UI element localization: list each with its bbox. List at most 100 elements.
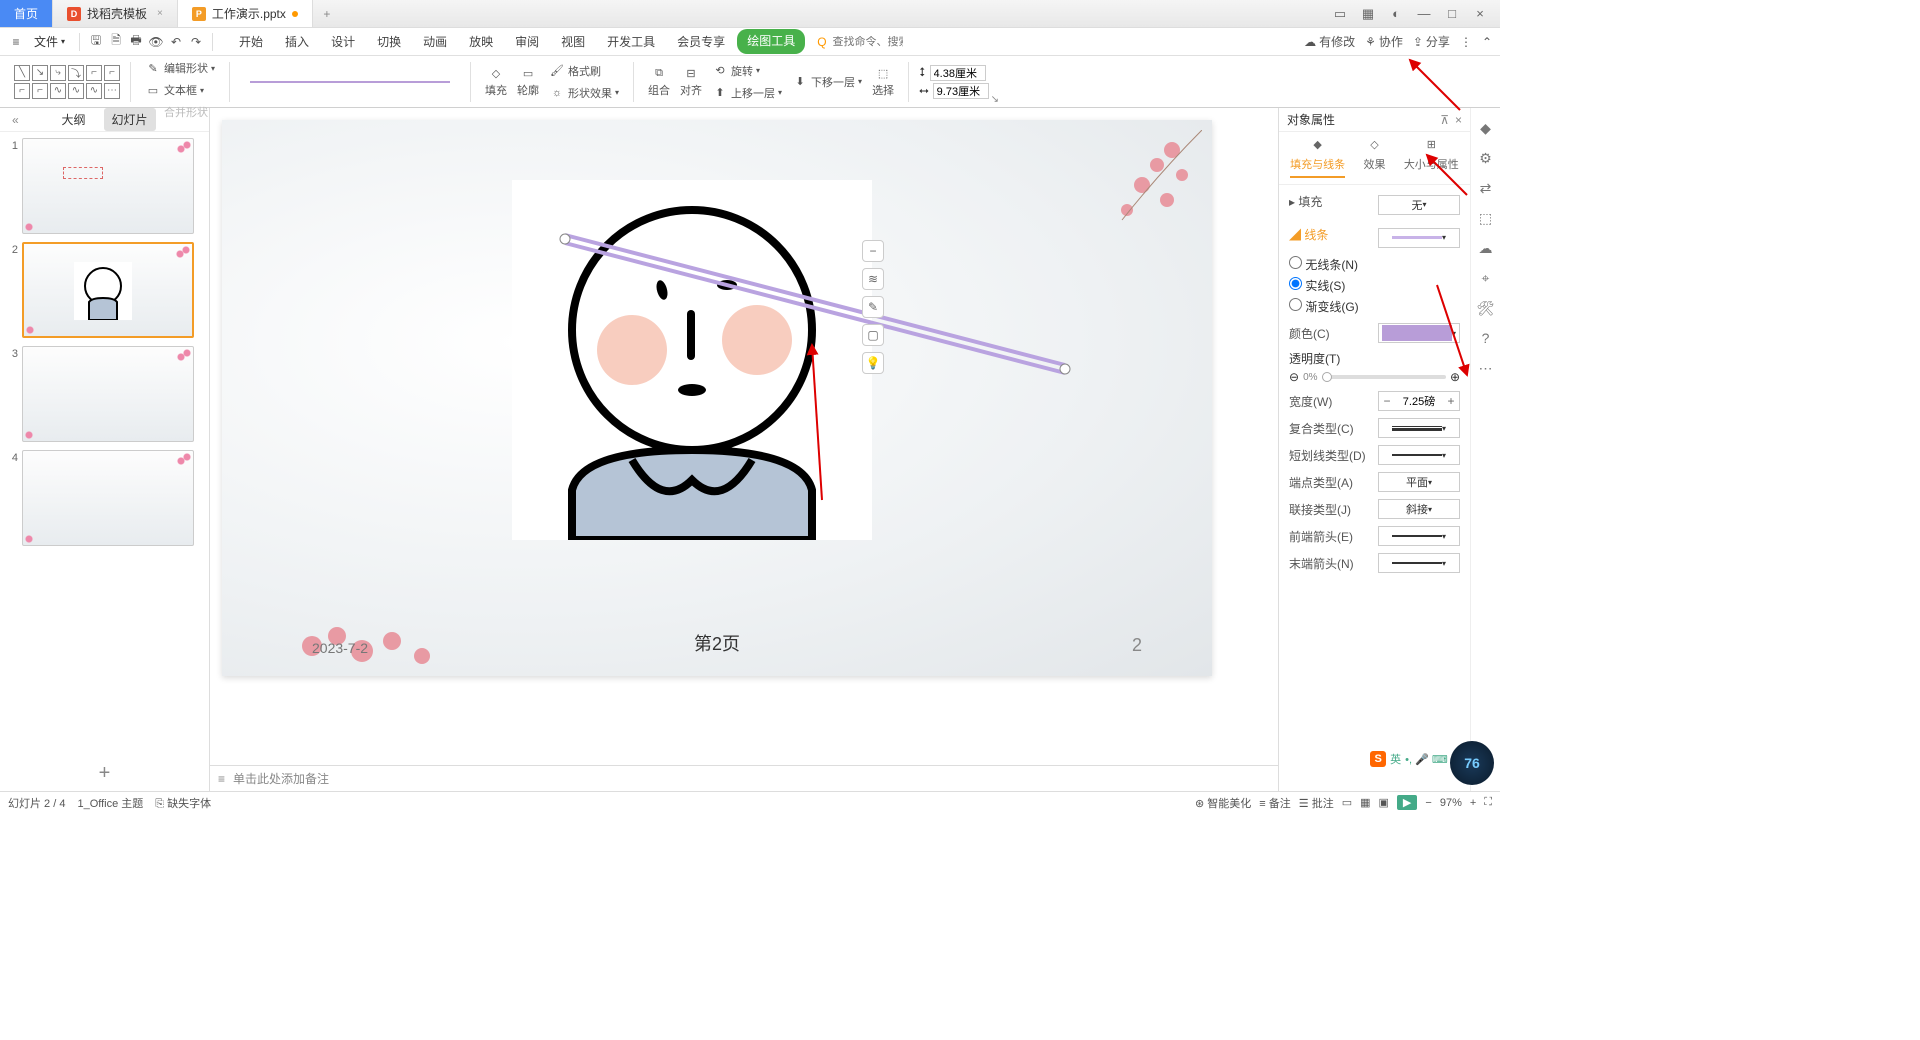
arrow-end-select[interactable]: ▾ (1378, 553, 1460, 573)
fill-button[interactable]: ◇填充 (481, 63, 511, 100)
group-button[interactable]: ⧉组合 (644, 63, 674, 100)
view-normal-icon[interactable]: ▭ (1342, 796, 1352, 809)
comments-toggle[interactable]: ☰ 批注 (1299, 795, 1334, 811)
radio-no-line[interactable]: 无线条(N) (1289, 256, 1460, 273)
speaker-notes[interactable]: ≡ 单击此处添加备注 (210, 765, 1278, 791)
undo-icon[interactable]: ↶ (168, 34, 184, 50)
file-menu[interactable]: 文件 ▾ (28, 30, 71, 53)
save-icon[interactable]: 🖫 (88, 34, 104, 50)
crop-icon[interactable]: ▢ (862, 324, 884, 346)
radio-solid-line[interactable]: 实线(S) (1289, 277, 1460, 294)
tab-review[interactable]: 审阅 (505, 29, 549, 54)
fill-section-header[interactable]: ▸ 填充 (1289, 193, 1322, 210)
select-pane-button[interactable]: ⬚选择 (868, 63, 898, 100)
new-tab-button[interactable]: + (313, 0, 341, 27)
connector-gallery[interactable]: ╲↘⤷⤵⌐⌐ ⌐⌐∿∿∿⋯ (14, 65, 120, 99)
tab-templates[interactable]: D 找稻壳模板 × (53, 0, 178, 27)
tab-devtools[interactable]: 开发工具 (597, 29, 665, 54)
transparency-slider[interactable] (1322, 375, 1446, 379)
fill-select[interactable]: 无 ▾ (1378, 195, 1460, 215)
rail-location-icon[interactable]: ⌖ (1476, 268, 1496, 288)
rail-more-icon[interactable]: ⋯ (1476, 358, 1496, 378)
arrow-begin-select[interactable]: ▾ (1378, 526, 1460, 546)
tab-view[interactable]: 视图 (551, 29, 595, 54)
bring-forward-button[interactable]: ⬆上移一层▾ (708, 83, 786, 103)
zoom-in-btn[interactable]: + (1470, 797, 1476, 809)
dash-select[interactable]: ▾ (1378, 445, 1460, 465)
zoom-out-icon[interactable]: − (862, 240, 884, 262)
align-button[interactable]: ⊟对齐 (676, 63, 706, 100)
slide-canvas[interactable]: − ≋ ✎ ▢ 💡 2023-7-2 第2页 2 (222, 120, 1212, 676)
notes-toggle[interactable]: ≡ 备注 (1259, 795, 1290, 811)
tab-drawing-tools[interactable]: 绘图工具 (737, 29, 805, 54)
tab-animation[interactable]: 动画 (413, 29, 457, 54)
close-panel-icon[interactable]: × (1455, 113, 1462, 127)
slides-tab[interactable]: 幻灯片 (104, 108, 156, 131)
rail-tools-icon[interactable]: 🛠 (1476, 298, 1496, 318)
panel-tab-effects[interactable]: ◇效果 (1363, 138, 1385, 178)
beautify-button[interactable]: ⊛ 智能美化 (1195, 795, 1251, 811)
share-button[interactable]: ⇪ 分享 (1413, 33, 1450, 50)
print-preview-icon[interactable]: 👁 (148, 34, 164, 50)
color-picker[interactable]: ▾ (1378, 323, 1460, 343)
slide-thumb-2[interactable] (22, 242, 194, 338)
panel-tab-size[interactable]: ⊞大小与属性 (1404, 138, 1459, 178)
tab-slideshow[interactable]: 放映 (459, 29, 503, 54)
search-icon[interactable]: Q (817, 35, 826, 49)
line-width-spinner[interactable]: −+ (1378, 391, 1460, 411)
fit-icon[interactable]: ⛶ (1484, 796, 1492, 809)
cap-select[interactable]: 平面▾ (1378, 472, 1460, 492)
textbox-button[interactable]: ▭文本框▾ (141, 80, 208, 100)
canvas-scroll[interactable]: − ≋ ✎ ▢ 💡 2023-7-2 第2页 2 (210, 108, 1278, 765)
redo-icon[interactable]: ↷ (188, 34, 204, 50)
apps-icon[interactable]: ▦ (1358, 6, 1378, 22)
slide-thumb-4[interactable] (22, 450, 194, 546)
rail-design-icon[interactable]: ◆ (1476, 118, 1496, 138)
minimize-button[interactable]: — (1414, 6, 1434, 21)
layout-icon[interactable]: ▭ (1330, 6, 1350, 22)
radio-gradient-line[interactable]: 渐变线(G) (1289, 298, 1460, 315)
idea-icon[interactable]: 💡 (862, 352, 884, 374)
rotate-button[interactable]: ⟲旋转▾ (708, 61, 786, 81)
tab-design[interactable]: 设计 (321, 29, 365, 54)
rail-settings-icon[interactable]: ⚙ (1476, 148, 1496, 168)
zoom-out-btn[interactable]: − (1425, 797, 1431, 809)
edit-shape-button[interactable]: ✎编辑形状 ▾ (141, 58, 219, 78)
coop-button[interactable]: ⚘ 协作 (1365, 33, 1403, 50)
missing-font-button[interactable]: ⎘ 缺失字体 (155, 795, 211, 811)
rail-cloud-icon[interactable]: ☁ (1476, 238, 1496, 258)
join-select[interactable]: 斜接▾ (1378, 499, 1460, 519)
height-input[interactable] (930, 65, 986, 81)
panel-tab-fill-line[interactable]: ◆填充与线条 (1290, 138, 1345, 178)
plus-icon[interactable]: ⊕ (1450, 370, 1460, 384)
more-icon[interactable]: ⋮ (1460, 35, 1472, 49)
pen-icon[interactable]: ✎ (862, 296, 884, 318)
ime-bar[interactable]: S 英 •, 🎤 ⌨ ✿ (1370, 751, 1460, 767)
rail-slider-icon[interactable]: ⇄ (1476, 178, 1496, 198)
tab-home[interactable]: 首页 (0, 0, 53, 27)
rail-help-icon[interactable]: ? (1476, 328, 1496, 348)
zoom-value[interactable]: 97% (1440, 797, 1462, 809)
collapse-icon[interactable]: « (4, 110, 27, 130)
pin-icon[interactable]: ⊼ (1440, 113, 1449, 127)
close-window-button[interactable]: × (1470, 6, 1490, 21)
command-search-input[interactable] (833, 36, 903, 48)
size-dialog-icon[interactable]: ↘ (991, 94, 999, 105)
line-style-select[interactable]: ▾ (1378, 228, 1460, 248)
tab-member[interactable]: 会员专享 (667, 29, 735, 54)
shape-effects-button[interactable]: ☼形状效果▾ (545, 83, 623, 103)
save-as-icon[interactable]: 🗎 (108, 34, 124, 50)
layers-icon[interactable]: ≋ (862, 268, 884, 290)
add-slide-button[interactable]: + (0, 755, 209, 791)
avatar-icon[interactable]: ◐ (1386, 6, 1406, 21)
slideshow-icon[interactable]: ▶ (1397, 795, 1417, 810)
tab-transition[interactable]: 切换 (367, 29, 411, 54)
print-icon[interactable]: 🖶 (128, 34, 144, 50)
minus-icon[interactable]: ⊖ (1289, 370, 1299, 384)
tab-document[interactable]: P 工作演示.pptx (178, 0, 313, 27)
chevron-up-icon[interactable]: ⌃ (1482, 35, 1492, 49)
maximize-button[interactable]: □ (1442, 6, 1462, 21)
slide-thumb-1[interactable] (22, 138, 194, 234)
view-reading-icon[interactable]: ▣ (1379, 796, 1389, 809)
outline-button[interactable]: ▭轮廓 (513, 63, 543, 100)
